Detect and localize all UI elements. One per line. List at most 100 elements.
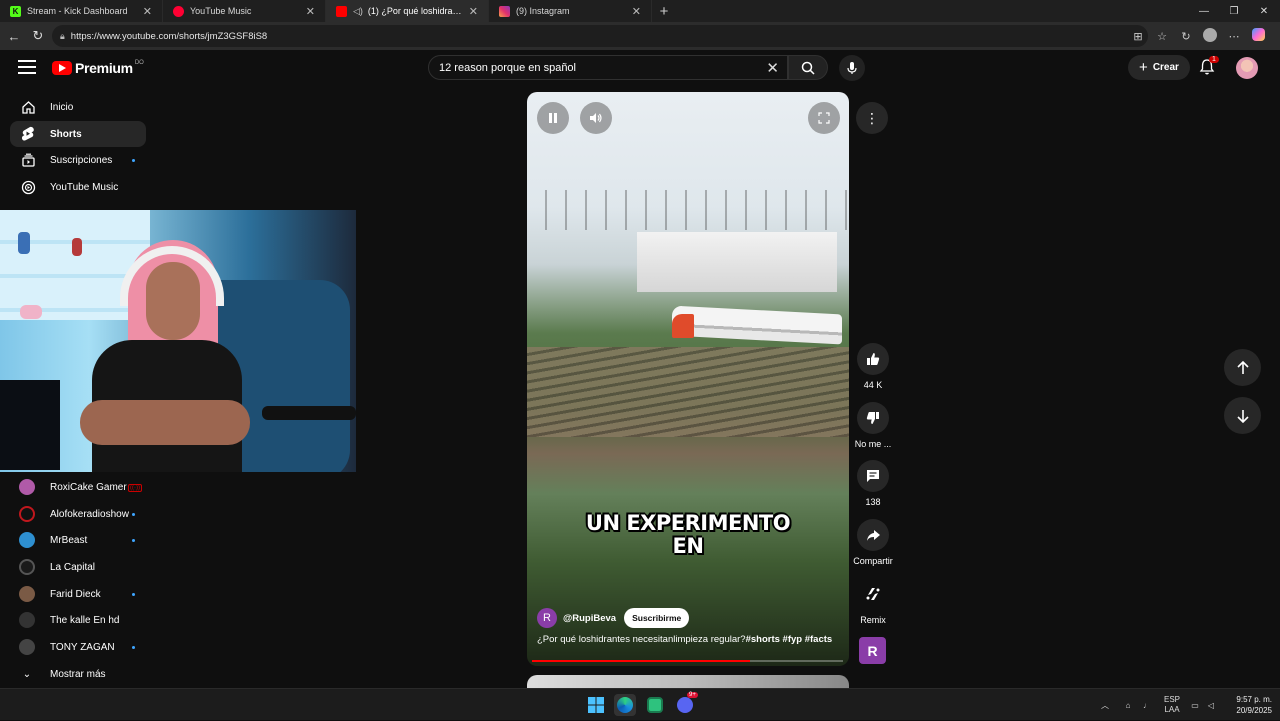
refresh-button[interactable]: ↻ [26, 24, 50, 48]
volume-icon[interactable]: ◁ [1204, 701, 1218, 710]
video-caption: UN EXPERIMENTO EN [527, 512, 849, 558]
microphone-icon [847, 62, 857, 74]
dislike-button[interactable] [857, 402, 889, 434]
logo-country-code: DO [134, 60, 144, 66]
new-tab-button[interactable]: + [652, 0, 676, 22]
comment-count: 138 [865, 497, 881, 507]
speaker-icon[interactable]: ◁) [353, 6, 363, 17]
clear-search-icon[interactable]: ✕ [766, 59, 779, 77]
channel-item[interactable]: TONY ZAGAN [10, 634, 146, 660]
minimize-button[interactable]: — [1188, 0, 1220, 22]
clock[interactable]: 9:57 p. m. 20/9/2025 [1222, 694, 1272, 716]
channel-avatar[interactable]: R [537, 608, 557, 628]
edge-browser-icon[interactable] [614, 694, 636, 716]
short-video-player[interactable]: UN EXPERIMENTO EN R @RupiBeva Suscribirm… [527, 92, 849, 666]
microphone-arm [262, 406, 356, 420]
discord-icon[interactable]: 9+ [674, 692, 698, 716]
microphone-icon[interactable]: ♩ [1138, 701, 1156, 710]
dislike-label: No me ... [854, 439, 892, 449]
maximize-button[interactable]: ❐ [1218, 0, 1250, 22]
extensions-icon[interactable]: ↻ [1174, 30, 1198, 43]
subscribe-button[interactable]: Suscribirme [624, 608, 690, 628]
video-title[interactable]: ¿Por qué loshidrantes necesitanlimpieza … [537, 634, 843, 645]
channel-avatar [19, 612, 35, 628]
channel-item[interactable]: Alofokeradioshow [10, 501, 146, 527]
sidebar-item-suscripciones[interactable]: Suscripciones [10, 147, 146, 173]
fullscreen-button[interactable] [808, 102, 840, 134]
dislike-action[interactable]: No me ... [850, 402, 896, 449]
progress-bar[interactable] [532, 660, 843, 662]
more-options-button[interactable]: ⋮ [856, 102, 888, 134]
channel-item[interactable]: The kalle En hd [10, 607, 146, 633]
channel-item[interactable]: Farid Dieck [10, 581, 146, 607]
language-indicator[interactable]: ESP LAA [1158, 695, 1186, 715]
video-title-tags[interactable]: #shorts #fyp #facts [746, 634, 833, 645]
youtube-logo[interactable]: Premium DO [52, 60, 144, 76]
sidebar-item-shorts[interactable]: Shorts [10, 121, 146, 147]
share-button[interactable] [857, 519, 889, 551]
figurine [72, 238, 82, 256]
tab-youtube-short[interactable]: ◁) (1) ¿Por qué loshidrantes ne ✕ [326, 0, 489, 22]
display-icon[interactable]: ▭ [1186, 701, 1204, 710]
arrow-up-icon [1236, 360, 1249, 374]
plus-icon: + [1139, 59, 1148, 76]
language-code: ESP [1163, 695, 1180, 704]
remix-action[interactable]: Remix [850, 578, 896, 625]
copilot-icon[interactable] [1246, 28, 1270, 44]
create-button[interactable]: + Crear [1128, 55, 1190, 80]
taskbar: 9+ ︿ ⌂ ♩ ESP LAA ▭ ◁ 9:57 p. m. 20/9/202… [0, 688, 1280, 720]
remix-button[interactable] [857, 578, 889, 610]
apps-icon[interactable]: ⊞ [1126, 30, 1150, 43]
more-vertical-icon: ⋮ [865, 110, 879, 126]
network-icon[interactable]: ⌂ [1118, 701, 1138, 710]
pause-button[interactable] [537, 102, 569, 134]
account-avatar[interactable] [1236, 57, 1258, 79]
sidebar-item-inicio[interactable]: Inicio [10, 94, 146, 120]
next-short-button[interactable] [1224, 397, 1261, 434]
like-button[interactable] [857, 343, 889, 375]
channel-item[interactable]: RoxiCake Gamer ((·)) [10, 474, 146, 500]
show-more-button[interactable]: ⌄ Mostrar más [10, 661, 146, 687]
previous-short-button[interactable] [1224, 349, 1261, 386]
tab-kick[interactable]: K Stream - Kick Dashboard ✕ [0, 0, 163, 22]
volume-button[interactable] [580, 102, 612, 134]
discord-badge: 9+ [687, 692, 698, 698]
sidebar-item-youtube-music[interactable]: YouTube Music [10, 174, 146, 200]
url-field[interactable]: 🔒︎ https://www.youtube.com/shorts/jmZ3GS… [52, 25, 1148, 47]
close-icon[interactable]: ✕ [469, 5, 478, 18]
windows-start-icon[interactable] [585, 694, 607, 716]
sound-channel-avatar[interactable]: R [859, 637, 886, 664]
comments-action[interactable]: 138 [850, 460, 896, 507]
tab-youtube-music[interactable]: YouTube Music ✕ [163, 0, 326, 22]
chevron-up-icon[interactable]: ︿ [1098, 700, 1112, 711]
comments-button[interactable] [857, 460, 889, 492]
channel-handle[interactable]: @RupiBeva [563, 613, 616, 624]
more-menu-icon[interactable]: ⋯ [1222, 30, 1246, 43]
favorite-star-icon[interactable]: ☆ [1150, 30, 1174, 43]
menu-icon[interactable] [18, 60, 36, 74]
thumbs-up-icon [867, 353, 880, 365]
lock-icon: 🔒︎ [60, 30, 65, 41]
like-action[interactable]: 44 K [850, 343, 896, 390]
close-window-button[interactable]: ✕ [1248, 0, 1280, 22]
close-icon[interactable]: ✕ [632, 5, 641, 18]
new-content-dot [132, 593, 135, 596]
close-icon[interactable]: ✕ [306, 5, 315, 18]
train [672, 305, 842, 345]
channel-item[interactable]: La Capital [10, 554, 146, 580]
notifications-button[interactable]: 1 [1199, 56, 1219, 78]
streaming-app-icon[interactable] [644, 694, 666, 716]
search-button[interactable] [788, 55, 828, 80]
channel-item[interactable]: MrBeast [10, 527, 146, 553]
back-button[interactable]: ← [2, 24, 26, 48]
profile-icon[interactable] [1198, 27, 1222, 45]
clock-date: 20/9/2025 [1236, 706, 1272, 715]
tab-instagram[interactable]: (9) Instagram ✕ [489, 0, 652, 22]
share-action[interactable]: Compartir [850, 519, 896, 566]
arrow-down-icon [1236, 409, 1249, 423]
speaker-box [0, 380, 60, 470]
streamer-arms [80, 400, 250, 445]
search-input[interactable]: 12 reason porque en spañol ✕ [428, 55, 788, 80]
voice-search-button[interactable] [839, 55, 865, 81]
close-icon[interactable]: ✕ [143, 5, 152, 18]
